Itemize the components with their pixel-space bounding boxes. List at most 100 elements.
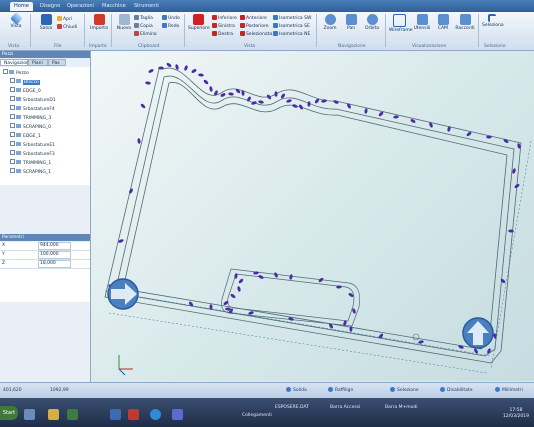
checkbox[interactable]	[3, 69, 8, 74]
inferiore-button[interactable]: Inferiore	[212, 15, 237, 21]
tree-item[interactable]: Pezzo	[3, 69, 29, 76]
tab-pas[interactable]: Pas	[48, 59, 66, 66]
tree-item[interactable]: TRIMMING_3	[10, 114, 51, 121]
selezionata-button[interactable]: Selezionata	[240, 31, 272, 37]
tab-disegno[interactable]: Disegno	[36, 2, 64, 11]
cam-button[interactable]: CAM	[433, 14, 453, 38]
property-value-field[interactable]: 18,000	[38, 260, 71, 268]
folder-icon[interactable]	[48, 409, 59, 420]
start-button[interactable]: Start	[0, 406, 18, 420]
tree-item[interactable]: SrbostatureF4	[10, 105, 55, 112]
checkbox[interactable]	[10, 96, 15, 101]
orbita-button[interactable]: Orbita	[362, 14, 382, 38]
taskbar-item[interactable]: ESPOSERE.DAT	[275, 403, 309, 412]
property-row: Z 18,000	[0, 260, 90, 269]
status-disabilitate[interactable]: Disabilitate	[440, 387, 472, 395]
pan-button[interactable]: Pan	[341, 14, 361, 38]
cad-viewport[interactable]	[91, 51, 534, 381]
raccordi-button[interactable]: Raccordi	[455, 14, 475, 38]
wireframe-button[interactable]: Wireframe	[389, 14, 412, 38]
toolpath-marker	[237, 286, 241, 292]
checkbox[interactable]	[10, 105, 15, 110]
cam-app-icon[interactable]	[150, 409, 161, 420]
status-millimetri[interactable]: Millimetri	[495, 387, 523, 395]
app-icon[interactable]	[172, 409, 183, 420]
system-clock[interactable]: 17:58 12/03/2019	[502, 408, 530, 420]
checkbox[interactable]	[10, 123, 15, 128]
destra-button[interactable]: Destra	[212, 31, 233, 37]
status-selezione[interactable]: Selezione	[390, 387, 419, 395]
iso-ne-button[interactable]: Isometrica NE	[273, 31, 310, 37]
anteriore-button[interactable]: Anteriore	[240, 15, 267, 21]
iso-sw-button[interactable]: Isometrica SW	[273, 15, 311, 21]
taskbar-item[interactable]: Barra M+modi	[385, 403, 418, 412]
taglia-button[interactable]: Taglia	[134, 15, 153, 21]
tab-macchine[interactable]: Macchine	[98, 2, 130, 11]
raccordi-button-label: Raccordi	[455, 26, 475, 31]
posteriore-button[interactable]: Posteriore	[240, 23, 269, 29]
checkbox[interactable]	[10, 87, 15, 92]
tab-piani[interactable]: Piani	[28, 59, 48, 66]
toolpath-marker	[307, 101, 311, 107]
redo-icon	[162, 23, 167, 28]
tree-item[interactable]: SrbostatureF3	[10, 150, 55, 157]
vista-button[interactable]: Vista	[6, 12, 26, 38]
property-value-field[interactable]: 100,000	[38, 251, 71, 259]
checkbox[interactable]	[10, 132, 15, 137]
fillet-icon	[459, 14, 471, 25]
salva-button[interactable]: Salva	[36, 14, 56, 38]
toolpath-marker	[393, 115, 399, 119]
checkbox[interactable]	[10, 159, 15, 164]
tab-strumenti[interactable]: Strumenti	[130, 2, 163, 11]
question-icon[interactable]	[24, 409, 35, 420]
utensili-button[interactable]: Utensili	[412, 14, 432, 38]
tree-item[interactable]: SrbostatureD1	[10, 96, 56, 103]
importa-button[interactable]: Importa	[89, 14, 109, 38]
tab-home[interactable]: Home	[10, 2, 33, 11]
toolpath-marker	[258, 100, 264, 104]
checkbox[interactable]	[10, 150, 15, 155]
toolpath-marker	[289, 274, 293, 280]
app-icon[interactable]	[110, 409, 121, 420]
tree-item[interactable]: Blocco	[10, 78, 40, 85]
superiore-button[interactable]: Superiore	[188, 14, 210, 38]
status-raffilign[interactable]: Raffilign	[328, 387, 353, 395]
tree-item[interactable]: TRIMMING_1	[10, 159, 51, 166]
undo-button[interactable]: Undo	[162, 15, 180, 21]
copia-button[interactable]: Copia	[134, 23, 153, 29]
seleziona-button[interactable]: Seleziona	[482, 14, 504, 38]
origin-marker	[412, 333, 420, 341]
tree-item[interactable]: EDGE_1	[10, 132, 41, 139]
iso-se-button[interactable]: Isometrica SE	[273, 23, 310, 29]
tree-item[interactable]: SCRAPING_1	[10, 168, 51, 175]
checkbox[interactable]	[10, 168, 15, 173]
property-value-field[interactable]: 944,000	[38, 242, 71, 250]
scissors-icon	[134, 15, 139, 20]
sinistra-button[interactable]: Sinistra	[212, 23, 235, 29]
checkbox[interactable]	[10, 78, 15, 83]
terminal-icon[interactable]	[67, 409, 78, 420]
redo-button[interactable]: Redo	[162, 23, 179, 29]
tree-item-label: TRIMMING_1	[23, 161, 52, 166]
tree-item[interactable]: SCRAPING_0	[10, 123, 51, 130]
nuovo-button[interactable]: Nuovo	[114, 14, 134, 38]
copia-button-label: Copia	[140, 24, 153, 29]
tab-operazioni[interactable]: Operazioni	[63, 2, 98, 11]
start-button-label: Start	[2, 410, 16, 416]
tree-item[interactable]: EDGE_0	[10, 87, 41, 94]
taskbar-item[interactable]: Collegamenti	[242, 411, 272, 420]
coord-readout-2: 1092,99	[50, 388, 69, 393]
status-solida[interactable]: Solida	[286, 387, 307, 395]
taskbar-item[interactable]: Barra Accessi	[330, 403, 360, 412]
cube-view-icon	[9, 12, 23, 25]
zoom-button[interactable]: Zoom	[320, 14, 340, 38]
apri-button[interactable]: Apri	[57, 16, 72, 22]
app-icon[interactable]	[128, 409, 139, 420]
checkbox[interactable]	[10, 141, 15, 146]
toolpath-marker	[286, 99, 292, 103]
checkbox[interactable]	[10, 114, 15, 119]
elimina-button[interactable]: Elimina	[134, 31, 157, 37]
tree-item[interactable]: SrbostatureE1	[10, 141, 55, 148]
chiudi-button[interactable]: Chiudi	[57, 24, 77, 30]
tab-navigazione[interactable]: Navigazione	[0, 59, 32, 66]
